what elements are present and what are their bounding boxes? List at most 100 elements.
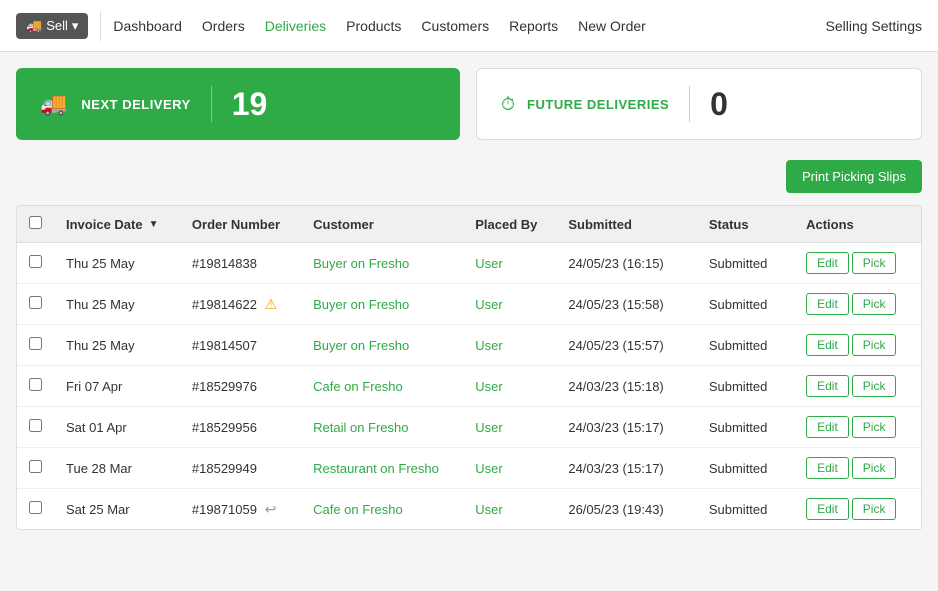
toolbar: Print Picking Slips — [16, 160, 922, 193]
nav-link-dashboard[interactable]: Dashboard — [113, 14, 182, 38]
cell-actions: EditPick — [794, 284, 921, 325]
cell-invoice-date: Tue 28 Mar — [54, 448, 180, 489]
nav-link-orders[interactable]: Orders — [202, 14, 245, 38]
edit-button[interactable]: Edit — [806, 498, 849, 520]
nav-link-reports[interactable]: Reports — [509, 14, 558, 38]
nav-link-customers[interactable]: Customers — [421, 14, 489, 38]
cell-order-number: #19814507 — [180, 325, 301, 366]
cell-invoice-date: Fri 07 Apr — [54, 366, 180, 407]
cell-customer[interactable]: Retail on Fresho — [301, 407, 463, 448]
nav-link-new-order[interactable]: New Order — [578, 14, 646, 38]
stat-divider-white — [689, 86, 690, 122]
cell-status: Submitted — [697, 325, 794, 366]
order-number-text: #19814507 — [192, 338, 257, 353]
placed-by-text: User — [475, 256, 502, 271]
row-checkbox[interactable] — [29, 501, 42, 514]
cell-submitted: 24/03/23 (15:17) — [556, 407, 697, 448]
pick-button[interactable]: Pick — [852, 252, 897, 274]
row-checkbox[interactable] — [29, 296, 42, 309]
pick-button[interactable]: Pick — [852, 293, 897, 315]
main-content: 🚚 NEXT DELIVERY 19 ⏱ FUTURE DELIVERIES 0… — [0, 52, 938, 546]
order-number-text: #18529949 — [192, 461, 257, 476]
cell-status: Submitted — [697, 407, 794, 448]
cell-submitted: 24/03/23 (15:18) — [556, 366, 697, 407]
future-deliveries-value: 0 — [710, 86, 728, 123]
customer-link[interactable]: Retail on Fresho — [313, 420, 408, 435]
cell-placed-by: User — [463, 489, 556, 530]
placed-by-text: User — [475, 461, 502, 476]
cell-invoice-date: Thu 25 May — [54, 325, 180, 366]
sort-arrow-icon: ▼ — [149, 219, 159, 230]
table-row: Thu 25 May#19814507Buyer on FreshoUser24… — [17, 325, 921, 366]
table-header-row: Invoice Date ▼ Order Number Customer Pla… — [17, 206, 921, 243]
order-number-text: #19814622 — [192, 297, 257, 312]
delivery-truck-icon: 🚚 — [40, 91, 67, 117]
placed-by-text: User — [475, 502, 502, 517]
row-checkbox[interactable] — [29, 378, 42, 391]
selling-settings-link[interactable]: Selling Settings — [825, 18, 922, 34]
warning-icon: ⚠ — [265, 296, 278, 312]
edit-button[interactable]: Edit — [806, 375, 849, 397]
cell-placed-by: User — [463, 284, 556, 325]
truck-icon: 🚚 — [26, 18, 42, 34]
cell-invoice-date: Thu 25 May — [54, 284, 180, 325]
cell-customer[interactable]: Buyer on Fresho — [301, 243, 463, 284]
table-row: Sat 25 Mar#19871059 ↩Cafe on FreshoUser2… — [17, 489, 921, 530]
customer-link[interactable]: Buyer on Fresho — [313, 338, 409, 353]
edit-button[interactable]: Edit — [806, 457, 849, 479]
pick-button[interactable]: Pick — [852, 498, 897, 520]
edit-button[interactable]: Edit — [806, 334, 849, 356]
th-order-number: Order Number — [180, 206, 301, 243]
cell-invoice-date: Sat 25 Mar — [54, 489, 180, 530]
cell-customer[interactable]: Buyer on Fresho — [301, 325, 463, 366]
row-checkbox[interactable] — [29, 255, 42, 268]
cell-customer[interactable]: Cafe on Fresho — [301, 489, 463, 530]
customer-link[interactable]: Buyer on Fresho — [313, 256, 409, 271]
cell-customer[interactable]: Cafe on Fresho — [301, 366, 463, 407]
order-number-text: #19814838 — [192, 256, 257, 271]
cell-actions: EditPick — [794, 407, 921, 448]
cell-actions: EditPick — [794, 448, 921, 489]
pick-button[interactable]: Pick — [852, 334, 897, 356]
edit-button[interactable]: Edit — [806, 416, 849, 438]
cell-submitted: 24/05/23 (16:15) — [556, 243, 697, 284]
pick-button[interactable]: Pick — [852, 457, 897, 479]
print-picking-slips-button[interactable]: Print Picking Slips — [786, 160, 922, 193]
row-checkbox[interactable] — [29, 337, 42, 350]
cell-invoice-date: Sat 01 Apr — [54, 407, 180, 448]
cell-submitted: 24/05/23 (15:57) — [556, 325, 697, 366]
th-submitted: Submitted — [556, 206, 697, 243]
cell-status: Submitted — [697, 489, 794, 530]
table-row: Fri 07 Apr#18529976Cafe on FreshoUser24/… — [17, 366, 921, 407]
edit-button[interactable]: Edit — [806, 252, 849, 274]
cell-customer[interactable]: Restaurant on Fresho — [301, 448, 463, 489]
table-row: Thu 25 May#19814838Buyer on FreshoUser24… — [17, 243, 921, 284]
placed-by-text: User — [475, 420, 502, 435]
row-checkbox[interactable] — [29, 460, 42, 473]
placed-by-text: User — [475, 297, 502, 312]
nav-link-products[interactable]: Products — [346, 14, 401, 38]
clock-icon: ⏱ — [501, 94, 515, 115]
sell-button[interactable]: 🚚 Sell ▾ — [16, 13, 88, 39]
select-all-checkbox[interactable] — [29, 216, 42, 229]
placed-by-text: User — [475, 379, 502, 394]
th-invoice-date[interactable]: Invoice Date ▼ — [54, 206, 180, 243]
order-number-text: #19871059 — [192, 502, 257, 517]
nav-link-deliveries[interactable]: Deliveries — [265, 14, 326, 38]
customer-link[interactable]: Cafe on Fresho — [313, 502, 403, 517]
pick-button[interactable]: Pick — [852, 375, 897, 397]
customer-link[interactable]: Cafe on Fresho — [313, 379, 403, 394]
stat-divider — [211, 86, 212, 122]
edit-button[interactable]: Edit — [806, 293, 849, 315]
cell-actions: EditPick — [794, 366, 921, 407]
customer-link[interactable]: Restaurant on Fresho — [313, 461, 439, 476]
cell-order-number: #19814622 ⚠ — [180, 284, 301, 325]
th-status: Status — [697, 206, 794, 243]
pick-button[interactable]: Pick — [852, 416, 897, 438]
table-row: Sat 01 Apr#18529956Retail on FreshoUser2… — [17, 407, 921, 448]
cell-customer[interactable]: Buyer on Fresho — [301, 284, 463, 325]
cell-order-number: #19871059 ↩ — [180, 489, 301, 530]
row-checkbox[interactable] — [29, 419, 42, 432]
nav-bar: 🚚 Sell ▾ Dashboard Orders Deliveries Pro… — [0, 0, 938, 52]
customer-link[interactable]: Buyer on Fresho — [313, 297, 409, 312]
